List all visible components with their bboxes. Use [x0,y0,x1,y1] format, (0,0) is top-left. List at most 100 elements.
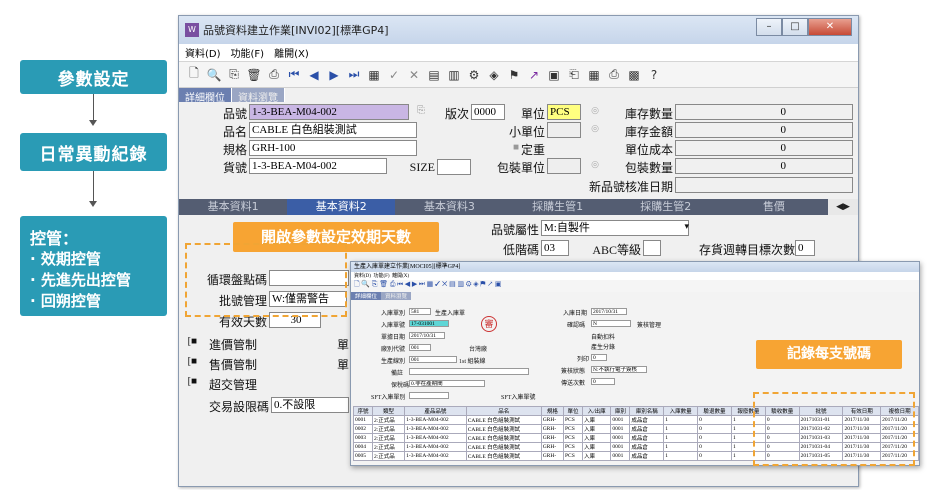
table-cell[interactable]: 0001 [610,424,631,434]
table-cell[interactable]: 0 [697,415,732,425]
preview-icon[interactable]: 🔍 [205,68,223,82]
link-icon[interactable]: ◈ [485,68,503,82]
grid-icon[interactable]: ▤ [425,68,443,82]
table-cell[interactable]: GRH- [540,415,564,425]
lookup-icon[interactable]: ⎘ [411,105,425,116]
table-cell[interactable]: 入庫 [581,451,612,461]
table-cell[interactable]: 0001 [610,415,631,425]
goods-no-field[interactable]: 1-3-BEA-M04-002 [249,158,387,174]
table-cell[interactable]: GRH- [540,442,564,452]
table-cell[interactable]: 1 [663,424,699,434]
flag-icon[interactable]: ⚑ [505,68,523,82]
table-cell[interactable]: 0001 [610,433,631,443]
table-cell[interactable]: 2:正式品 [371,433,406,443]
tax-select[interactable]: 0.非在產期間 [409,380,485,387]
turnover-field[interactable]: 0 [795,240,815,256]
table-cell[interactable]: 0002 [353,424,373,434]
table-cell[interactable]: 0001 [353,415,373,425]
rin-no-field[interactable]: 17-031001 [409,320,449,327]
table-cell[interactable]: 成品倉 [629,433,665,443]
rin-type-field[interactable]: 581 [409,308,431,315]
confirm-icon[interactable]: ✓ [385,68,403,82]
copy-icon[interactable]: ⎘ [225,67,243,82]
abc-field[interactable] [643,240,661,256]
unit-lookup-icon[interactable]: ◎ [587,105,599,116]
delete-icon[interactable]: 🗑 [245,68,263,82]
table-cell[interactable]: 2:正式品 [371,451,406,461]
table-cell[interactable]: GRH- [540,451,564,461]
sub-unit-lookup-icon[interactable]: ◎ [587,123,599,134]
item-no-field[interactable]: 1-3-BEA-M04-002 [249,104,409,120]
table-cell[interactable]: 1-3-BEA-M04-002 [404,433,467,443]
tools-icon[interactable]: ⚙ [465,68,483,82]
table-cell[interactable]: CABLE 白色組裝測試 [465,451,542,461]
table-cell[interactable]: GRH- [540,433,564,443]
new-icon[interactable]: 🗋 [185,64,203,85]
sub-menu-exit[interactable]: 離開(X) [392,274,409,279]
prod-line-field[interactable]: 001 [409,356,457,363]
table-cell[interactable]: CABLE 白色組裝測試 [465,442,542,452]
chevron-down-icon[interactable]: ▾ [677,221,689,232]
table-cell[interactable]: CABLE 白色組裝測試 [465,433,542,443]
sft-field[interactable] [409,392,449,399]
table-cell[interactable]: 0001 [610,451,631,461]
table-cell[interactable]: 0004 [353,442,373,452]
table-cell[interactable]: 入庫 [581,424,612,434]
print-icon[interactable]: ⎙ [265,67,283,82]
sign-select[interactable]: N:不執行電子簽核 [591,366,647,373]
conf-field[interactable]: N [591,320,631,327]
table-cell[interactable]: 入庫 [581,442,612,452]
table-cell[interactable]: PCS [562,433,583,443]
table-cell[interactable]: 1 [663,451,699,461]
table-cell[interactable]: 成品倉 [629,451,665,461]
printer-icon[interactable]: ⎙ [605,67,623,82]
table-cell[interactable]: 入庫 [581,433,612,443]
trade-limit-select[interactable]: 0.不設限 [271,397,349,413]
table-cell[interactable]: 2:正式品 [371,415,406,425]
menu-function[interactable]: 功能(F) [231,45,265,60]
first-record-icon[interactable]: ⏮ [285,67,303,82]
pack-unit-field[interactable] [547,158,581,174]
table-cell[interactable]: 0005 [353,451,373,461]
table-cell[interactable]: 1 [663,415,699,425]
book-icon[interactable]: ▩ [625,68,643,82]
sub-menu-function[interactable]: 功能(F) [373,274,389,279]
table-cell[interactable]: 成品倉 [629,415,665,425]
cancel-icon[interactable]: ✕ [405,68,423,82]
menu-data[interactable]: 資料(D) [185,45,221,60]
table-cell[interactable]: PCS [562,424,583,434]
help-icon[interactable]: ? [645,68,663,82]
table-cell[interactable]: CABLE 白色組裝測試 [465,415,542,425]
attach-icon[interactable]: ⎗ [565,67,583,82]
query-icon[interactable]: ▦ [365,68,383,82]
menu-exit[interactable]: 離開(X) [274,45,309,60]
tab-basic2[interactable]: 基本資料2 [287,199,396,215]
table-cell[interactable]: 成品倉 [629,424,665,434]
table-cell[interactable]: GRH- [540,424,564,434]
calendar-icon[interactable]: ▦ [585,68,603,82]
fixed-weight-checkbox[interactable]: ■ [509,142,519,153]
attr-select[interactable]: M:自製件 [541,220,689,236]
table-cell[interactable]: CABLE 白色組裝測試 [465,424,542,434]
table-cell[interactable]: 成品倉 [629,442,665,452]
table-cell[interactable]: 0003 [353,433,373,443]
name-field[interactable]: CABLE 白色組裝測試 [249,122,417,138]
table-cell[interactable]: PCS [562,451,583,461]
low-code-field[interactable]: 03 [541,240,569,256]
sub-menu-data[interactable]: 資料(D) [354,274,371,279]
unit-field[interactable]: PCS [547,104,581,120]
table-cell[interactable]: 1-3-BEA-M04-002 [404,451,467,461]
tab-basic3[interactable]: 基本資料3 [395,199,503,215]
pack-unit-lookup-icon[interactable]: ◎ [587,159,599,170]
table-cell[interactable]: 0 [697,433,732,443]
over-checkbox[interactable]: [■ [187,376,197,387]
table-cell[interactable]: 2:正式品 [371,424,406,434]
sub-unit-field[interactable] [547,122,581,138]
minimize-button[interactable]: – [756,18,782,36]
tab-scroll-arrows[interactable]: ◀▶ [828,199,859,215]
last-record-icon[interactable]: ⏭ [345,67,363,82]
table-cell[interactable]: PCS [562,442,583,452]
table-cell[interactable]: 0001 [610,442,631,452]
report-icon[interactable]: ▣ [545,68,563,82]
table-cell[interactable]: 1 [663,442,699,452]
